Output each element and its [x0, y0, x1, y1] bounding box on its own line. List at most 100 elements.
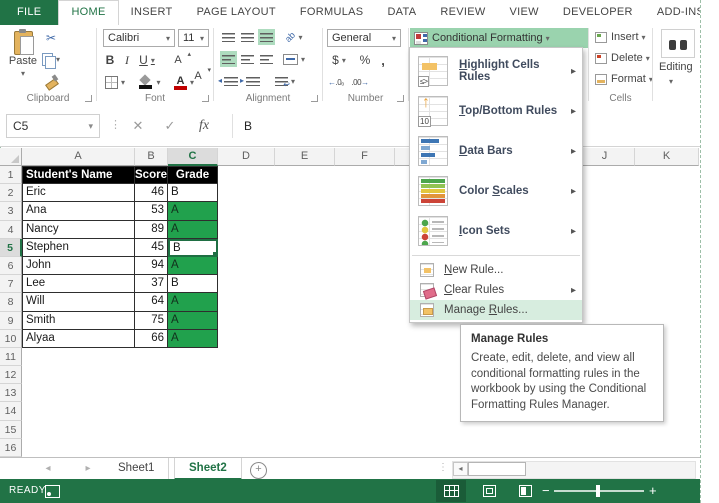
- alignment-dialog-launcher-icon[interactable]: [311, 95, 318, 102]
- sheet-tab-sheet2[interactable]: Sheet2: [174, 458, 242, 480]
- zoom-in-button[interactable]: +: [649, 479, 657, 503]
- number-format-select[interactable]: General: [327, 29, 401, 47]
- borders-button[interactable]: [103, 74, 127, 90]
- zoom-out-button[interactable]: −: [542, 479, 550, 503]
- bottom-align-button[interactable]: [258, 29, 275, 45]
- bold-button[interactable]: B: [103, 52, 117, 68]
- row-header-2[interactable]: 2: [0, 184, 22, 202]
- wrap-text-button[interactable]: [272, 73, 298, 89]
- menu-item-clear-rules[interactable]: Clear Rules: [410, 280, 582, 300]
- cell-C6[interactable]: A: [168, 257, 218, 275]
- cell-C7[interactable]: B: [168, 275, 218, 293]
- page-layout-view-button[interactable]: [474, 480, 504, 502]
- ribbon-tab-add-ins[interactable]: ADD-INS: [645, 0, 700, 25]
- normal-view-button[interactable]: [436, 480, 466, 502]
- sheet-nav-right-icon[interactable]: [78, 458, 98, 480]
- format-painter-button[interactable]: [42, 73, 60, 89]
- scroll-left-icon[interactable]: [453, 462, 468, 476]
- cell-A4[interactable]: Nancy: [22, 221, 135, 239]
- row-header-8[interactable]: 8: [0, 293, 22, 311]
- ribbon-tab-home[interactable]: HOME: [58, 0, 118, 25]
- select-all-corner[interactable]: [0, 148, 22, 166]
- cell-B7[interactable]: 37: [135, 275, 168, 293]
- cell-C2[interactable]: B: [168, 184, 218, 202]
- italic-button[interactable]: I: [121, 52, 133, 68]
- cut-button[interactable]: ✂: [42, 30, 60, 46]
- menu-item-manage-rules[interactable]: Manage Rules...: [410, 300, 582, 320]
- cell-C4[interactable]: A: [168, 221, 218, 239]
- row-header-4[interactable]: 4: [0, 221, 22, 239]
- conditional-formatting-button[interactable]: Conditional Formatting: [410, 28, 588, 48]
- ribbon-tab-data[interactable]: DATA: [375, 0, 428, 25]
- align-right-button[interactable]: [258, 51, 275, 67]
- menu-item-highlight-cells-rules[interactable]: Highlight Cells Rules: [410, 51, 582, 91]
- ribbon-tab-review[interactable]: REVIEW: [428, 0, 497, 25]
- fill-handle[interactable]: [212, 251, 218, 257]
- row-header-3[interactable]: 3: [0, 202, 22, 220]
- row-header-15[interactable]: 15: [0, 421, 22, 439]
- number-dialog-launcher-icon[interactable]: [397, 95, 404, 102]
- ribbon-tab-developer[interactable]: DEVELOPER: [551, 0, 645, 25]
- ribbon-tab-view[interactable]: VIEW: [498, 0, 551, 25]
- increase-indent-button[interactable]: [244, 73, 262, 89]
- increase-decimal-button[interactable]: ←.0₀: [325, 74, 347, 90]
- menu-item-data-bars[interactable]: Data Bars: [410, 131, 582, 171]
- name-box[interactable]: C5: [6, 114, 100, 138]
- cell-B5[interactable]: 45: [135, 239, 168, 257]
- clipboard-dialog-launcher-icon[interactable]: [85, 95, 92, 102]
- menu-item-new-rule[interactable]: New Rule...: [410, 260, 582, 280]
- page-break-view-button[interactable]: [510, 480, 540, 502]
- paste-dropdown-arrow[interactable]: [21, 67, 25, 79]
- cell-A10[interactable]: Alyaa: [22, 330, 135, 348]
- cell-A5[interactable]: Stephen: [22, 239, 135, 257]
- row-header-12[interactable]: 12: [0, 366, 22, 384]
- paste-button[interactable]: Paste: [6, 29, 40, 101]
- font-name-select[interactable]: Calibri: [103, 29, 175, 47]
- fill-color-button[interactable]: [137, 74, 163, 90]
- cell-B4[interactable]: 89: [135, 221, 168, 239]
- decrease-indent-button[interactable]: [222, 73, 240, 89]
- cell-A3[interactable]: Ana: [22, 202, 135, 220]
- column-header-A[interactable]: A: [22, 148, 135, 166]
- sheet-tab-sheet1[interactable]: Sheet1: [104, 458, 169, 480]
- format-cells-button[interactable]: Format: [595, 71, 653, 87]
- cell-A6[interactable]: John: [22, 257, 135, 275]
- top-align-button[interactable]: [220, 29, 237, 45]
- ribbon-tab-insert[interactable]: INSERT: [119, 0, 185, 25]
- row-header-6[interactable]: 6: [0, 257, 22, 275]
- merge-center-button[interactable]: [280, 51, 308, 67]
- decrease-decimal-button[interactable]: .00→: [349, 74, 371, 90]
- horizontal-scrollbar[interactable]: [452, 461, 696, 479]
- column-header-C[interactable]: C: [168, 148, 218, 166]
- row-header-7[interactable]: 7: [0, 275, 22, 293]
- delete-cells-button[interactable]: Delete: [595, 50, 650, 66]
- copy-button[interactable]: [42, 51, 60, 67]
- cell-A8[interactable]: Will: [22, 293, 135, 311]
- sheet-nav-left-icon[interactable]: [38, 458, 58, 480]
- row-header-11[interactable]: 11: [0, 348, 22, 366]
- cell-C8[interactable]: A: [168, 293, 218, 311]
- row-header-5[interactable]: 5: [0, 239, 22, 257]
- comma-button[interactable]: ,: [377, 52, 389, 68]
- cell-C1[interactable]: Grade: [168, 166, 218, 184]
- editing-dropdown-arrow[interactable]: ▾: [669, 77, 673, 86]
- column-header-K[interactable]: K: [635, 148, 699, 166]
- font-size-select[interactable]: 11: [178, 29, 209, 47]
- currency-button[interactable]: $: [327, 52, 351, 68]
- cell-B2[interactable]: 46: [135, 184, 168, 202]
- row-header-9[interactable]: 9: [0, 312, 22, 330]
- formula-bar-splitter[interactable]: ⋮: [110, 118, 121, 131]
- middle-align-button[interactable]: [239, 29, 256, 45]
- row-header-16[interactable]: 16: [0, 439, 22, 457]
- cell-A9[interactable]: Smith: [22, 312, 135, 330]
- row-header-14[interactable]: 14: [0, 402, 22, 420]
- menu-item-icon-sets[interactable]: Icon Sets: [410, 211, 582, 251]
- cell-C5[interactable]: B: [168, 239, 218, 257]
- cell-B6[interactable]: 94: [135, 257, 168, 275]
- percent-button[interactable]: %: [357, 52, 373, 68]
- column-header-B[interactable]: B: [135, 148, 168, 166]
- row-header-13[interactable]: 13: [0, 384, 22, 402]
- scrollbar-thumb[interactable]: [468, 462, 526, 476]
- cell-B3[interactable]: 53: [135, 202, 168, 220]
- ribbon-tab-formulas[interactable]: FORMULAS: [288, 0, 376, 25]
